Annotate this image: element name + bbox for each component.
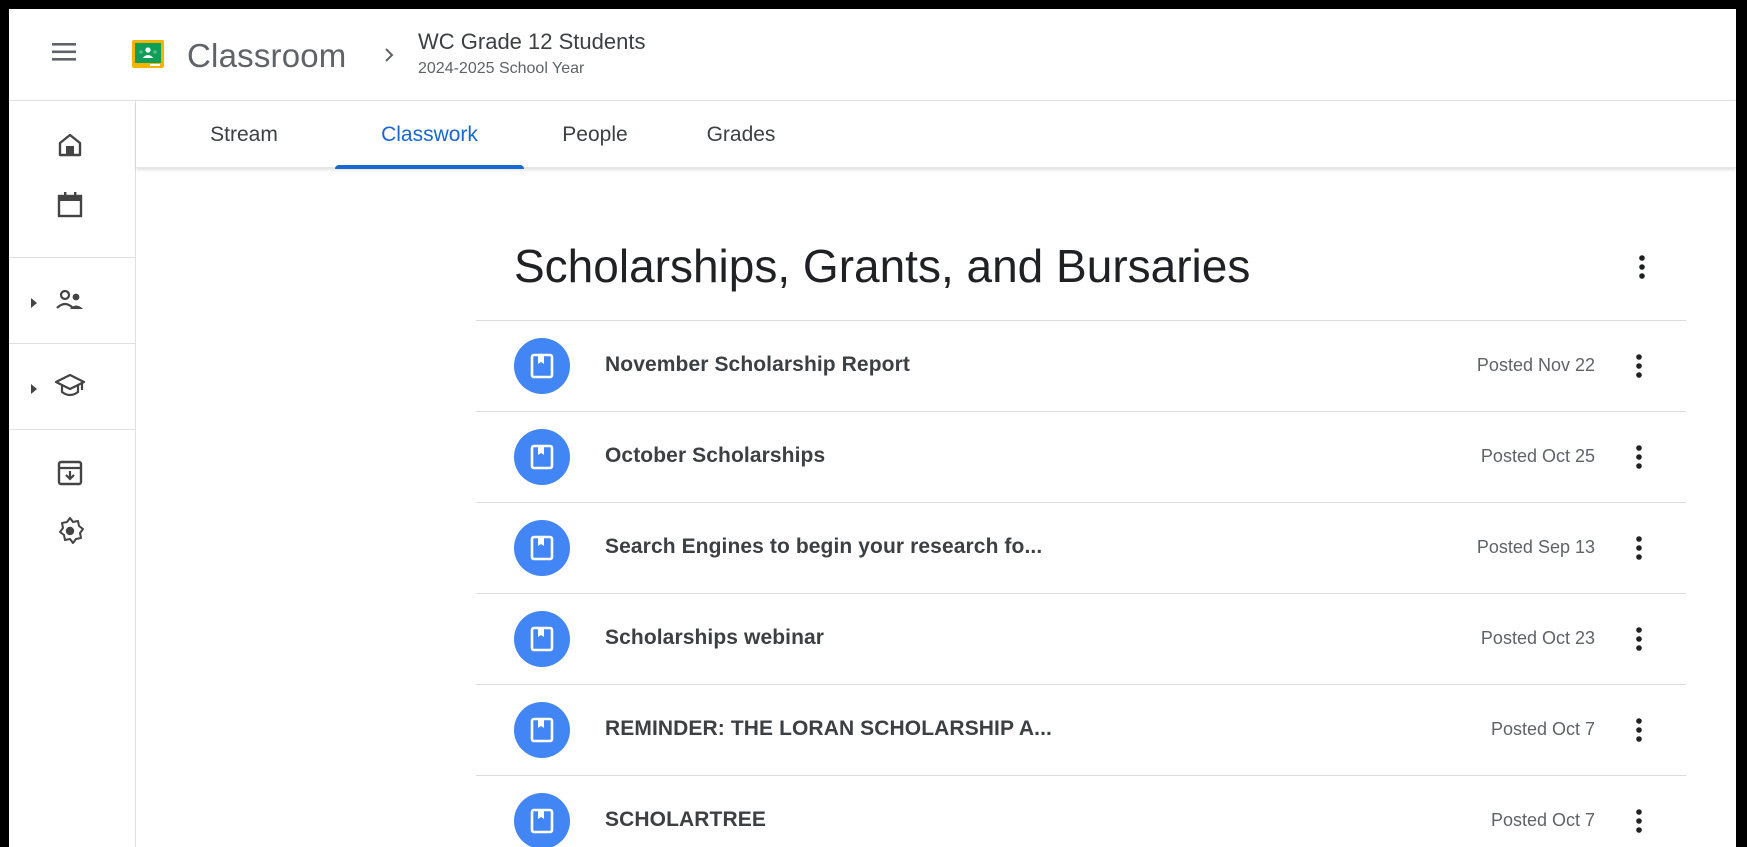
- material-row[interactable]: REMINDER: THE LORAN SCHOLARSHIP A... Pos…: [476, 685, 1686, 776]
- material-badge: [514, 702, 570, 758]
- class-tabs: Stream Classwork People Grades: [136, 101, 1736, 169]
- rail-divider: [9, 429, 136, 430]
- topic-title: Scholarships, Grants, and Bursaries: [514, 240, 1251, 292]
- posted-date: Posted Oct 7: [1490, 719, 1595, 739]
- tab-label: Stream: [210, 122, 278, 146]
- rail-divider: [9, 257, 136, 258]
- material-title: November Scholarship Report: [605, 353, 910, 376]
- settings-icon[interactable]: [54, 515, 86, 547]
- posted-date: Posted Oct 7: [1490, 810, 1595, 830]
- more-vert-icon: [1636, 445, 1642, 469]
- tab-label: People: [562, 122, 628, 146]
- posted-date: Posted Oct 23: [1480, 628, 1595, 648]
- material-bookmark-icon: [530, 626, 554, 652]
- material-title: October Scholarships: [605, 444, 826, 467]
- material-row[interactable]: SCHOLARTREE Posted Oct 7: [476, 776, 1686, 847]
- material-options-button[interactable]: [1624, 533, 1654, 563]
- material-badge: [514, 520, 570, 576]
- material-options-button[interactable]: [1624, 442, 1654, 472]
- material-row[interactable]: Scholarships webinar Posted Oct 23: [476, 594, 1686, 685]
- rail-divider: [9, 343, 136, 344]
- tab-people[interactable]: People: [540, 101, 650, 168]
- material-bookmark-icon: [530, 717, 554, 743]
- material-options-button[interactable]: [1624, 806, 1654, 836]
- material-title: SCHOLARTREE: [605, 808, 766, 831]
- home-icon[interactable]: [54, 129, 86, 161]
- material-row[interactable]: Search Engines to begin your research fo…: [476, 503, 1686, 594]
- main-menu-button[interactable]: [49, 37, 79, 67]
- material-badge: [514, 429, 570, 485]
- expand-caret-icon[interactable]: [29, 381, 39, 394]
- tab-label: Grades: [706, 122, 776, 146]
- navigation-rail: [9, 101, 136, 847]
- material-options-button[interactable]: [1624, 624, 1654, 654]
- tab-label: Classwork: [381, 122, 478, 146]
- material-title: REMINDER: THE LORAN SCHOLARSHIP A...: [605, 717, 1052, 740]
- material-options-button[interactable]: [1624, 715, 1654, 745]
- teaching-cap-icon[interactable]: [54, 370, 86, 402]
- tab-classwork[interactable]: Classwork: [335, 101, 524, 169]
- material-bookmark-icon: [530, 444, 554, 470]
- topic-options-button[interactable]: [1627, 252, 1657, 282]
- more-vert-icon: [1636, 809, 1642, 833]
- tab-grades[interactable]: Grades: [676, 101, 806, 168]
- more-vert-icon: [1636, 718, 1642, 742]
- archive-icon[interactable]: [54, 457, 86, 489]
- more-vert-icon: [1636, 354, 1642, 378]
- expand-caret-icon[interactable]: [29, 295, 39, 308]
- posted-date: Posted Oct 25: [1480, 446, 1595, 466]
- class-name[interactable]: WC Grade 12 Students: [418, 29, 645, 55]
- more-vert-icon: [1639, 255, 1645, 279]
- material-row[interactable]: October Scholarships Posted Oct 25: [476, 412, 1686, 503]
- material-badge: [514, 611, 570, 667]
- material-options-button[interactable]: [1624, 351, 1654, 381]
- material-title: Search Engines to begin your research fo…: [605, 535, 1043, 558]
- more-vert-icon: [1636, 536, 1642, 560]
- app-header: Classroom WC Grade 12 Students 2024-2025…: [9, 9, 1736, 101]
- app-name[interactable]: Classroom: [187, 37, 347, 75]
- material-bookmark-icon: [530, 353, 554, 379]
- material-row[interactable]: November Scholarship Report Posted Nov 2…: [476, 321, 1686, 412]
- breadcrumb-chevron-icon: [382, 48, 396, 62]
- posted-date: Posted Sep 13: [1476, 537, 1595, 557]
- enrolled-people-icon[interactable]: [54, 284, 86, 316]
- app-window: Classroom WC Grade 12 Students 2024-2025…: [9, 9, 1736, 847]
- material-bookmark-icon: [530, 535, 554, 561]
- material-bookmark-icon: [530, 808, 554, 834]
- more-vert-icon: [1636, 627, 1642, 651]
- tab-stream[interactable]: Stream: [189, 101, 299, 168]
- material-title: Scholarships webinar: [605, 626, 825, 649]
- hamburger-menu-icon: [52, 43, 76, 61]
- active-tab-indicator: [335, 165, 524, 169]
- class-section: 2024-2025 School Year: [418, 60, 585, 77]
- posted-date: Posted Nov 22: [1476, 355, 1595, 375]
- material-badge: [514, 338, 570, 394]
- calendar-icon[interactable]: [54, 189, 86, 221]
- material-badge: [514, 793, 570, 847]
- classroom-logo-icon[interactable]: [131, 37, 165, 71]
